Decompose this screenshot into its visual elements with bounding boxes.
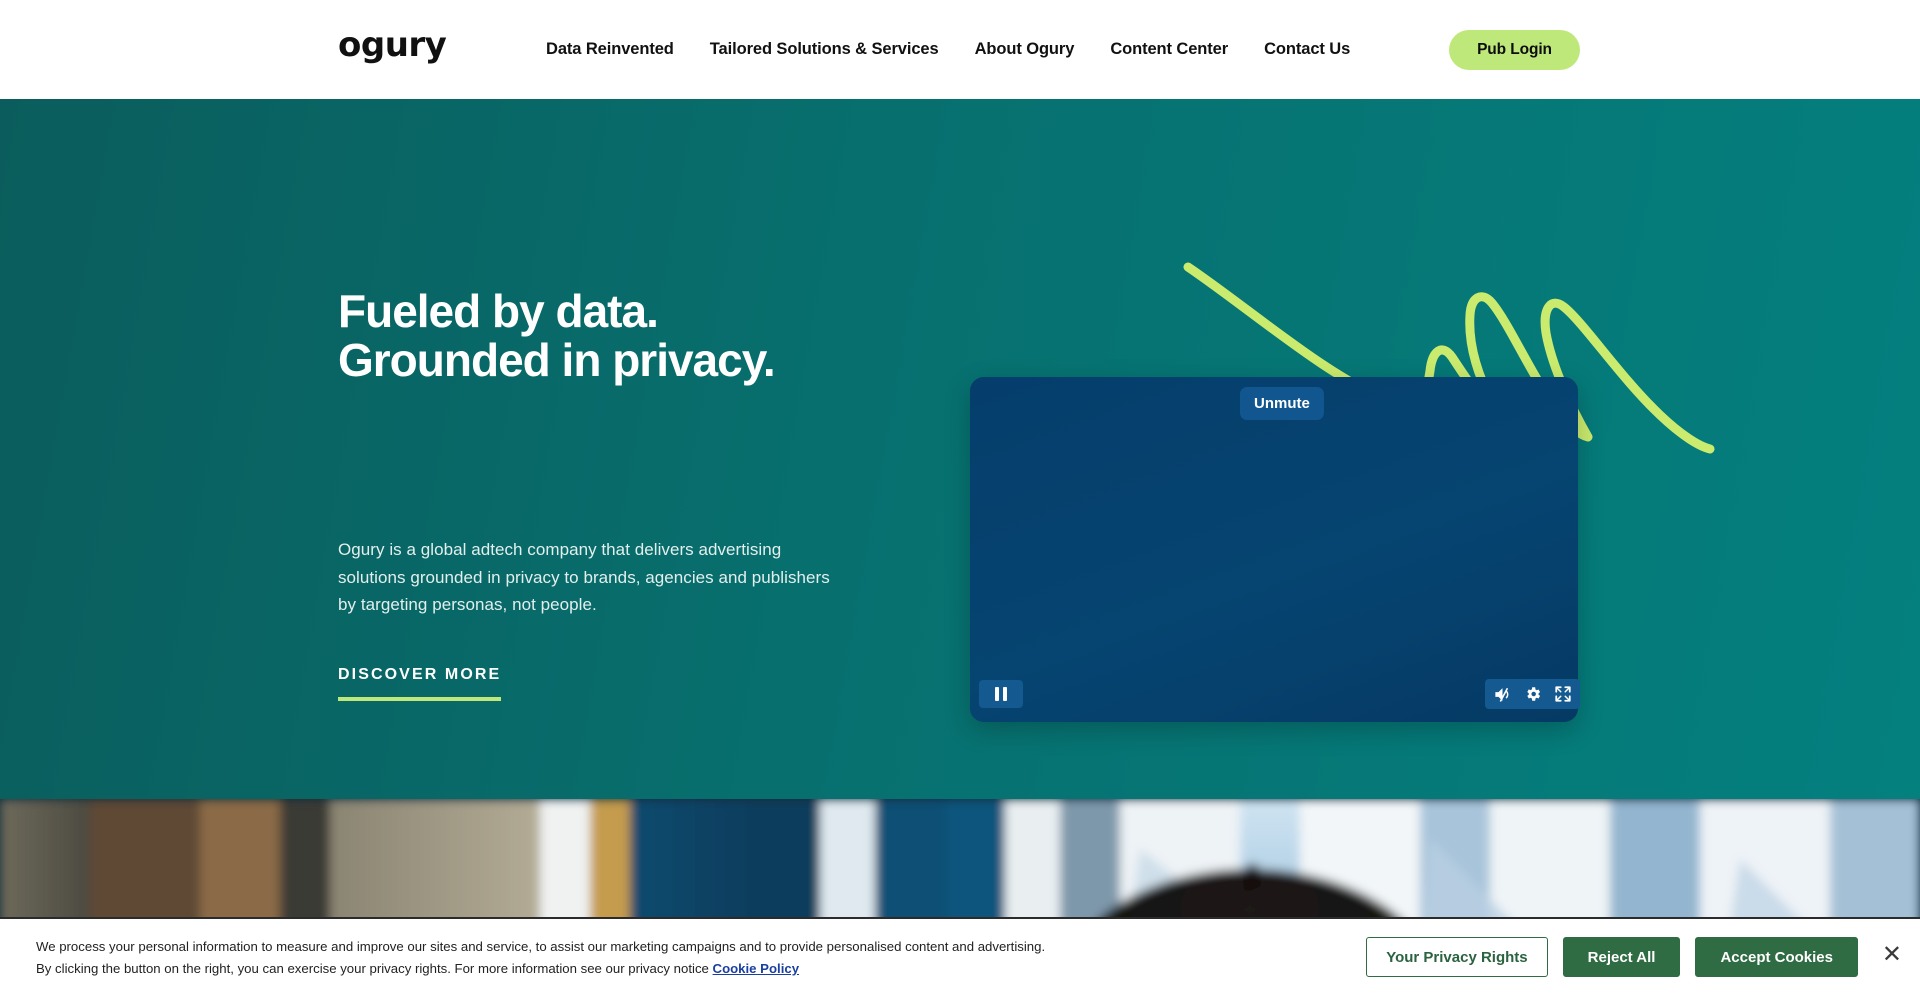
nav-item-contact-us[interactable]: Contact Us — [1264, 40, 1350, 59]
pause-bar-right — [1003, 687, 1007, 701]
reject-all-button[interactable]: Reject All — [1562, 937, 1681, 977]
nav-item-content-center[interactable]: Content Center — [1110, 40, 1228, 59]
accept-cookies-button[interactable]: Accept Cookies — [1695, 937, 1858, 977]
cookie-policy-link[interactable]: Cookie Policy — [713, 961, 799, 976]
video-player[interactable]: Priva y — [970, 377, 1578, 722]
pause-bar-left — [995, 687, 999, 701]
pause-button[interactable] — [979, 680, 1023, 708]
hero-headline-line-1: Fueled by data. — [338, 285, 659, 337]
pub-login-button[interactable]: Pub Login — [1449, 30, 1580, 70]
video-surface — [970, 377, 1578, 722]
discover-more-link[interactable]: DISCOVER MORE — [338, 666, 502, 701]
hero-headline-line-2: Grounded in privacy. — [338, 333, 776, 386]
nav-item-tailored-solutions[interactable]: Tailored Solutions & Services — [710, 40, 939, 59]
close-icon[interactable]: ✕ — [1882, 943, 1902, 967]
mute-toggle-icon[interactable] — [1493, 685, 1512, 704]
site-header: ogury Data Reinvented Tailored Solutions… — [0, 0, 1920, 99]
cookie-text-line-2-prefix: By clicking the button on the right, you… — [36, 960, 709, 976]
hero-section: Fueled by data. Grounded in privacy. Ogu… — [0, 99, 1920, 799]
unmute-button[interactable]: Unmute — [1240, 387, 1324, 420]
cookie-consent-banner: We process your personal information to … — [0, 917, 1920, 993]
cookie-banner-actions: Your Privacy Rights Reject All Accept Co… — [1366, 937, 1858, 977]
player-control-bar — [1485, 679, 1580, 709]
cookie-text-line-2: By clicking the button on the right, you… — [36, 958, 1216, 980]
settings-gear-icon[interactable] — [1524, 685, 1542, 703]
cookie-banner-text: We process your personal information to … — [36, 936, 1216, 980]
nav-item-data-reinvented[interactable]: Data Reinvented — [546, 40, 674, 59]
ogury-logo[interactable]: ogury — [338, 28, 447, 62]
fullscreen-icon[interactable] — [1554, 685, 1572, 703]
main-navigation: Data Reinvented Tailored Solutions & Ser… — [546, 0, 1350, 99]
your-privacy-rights-button[interactable]: Your Privacy Rights — [1366, 937, 1548, 977]
nav-item-about-ogury[interactable]: About Ogury — [975, 40, 1075, 59]
hero-paragraph: Ogury is a global adtech company that de… — [338, 540, 830, 615]
hero-headline: Fueled by data. Grounded in privacy. — [338, 287, 898, 385]
cookie-text-line-1: We process your personal information to … — [36, 939, 1046, 954]
